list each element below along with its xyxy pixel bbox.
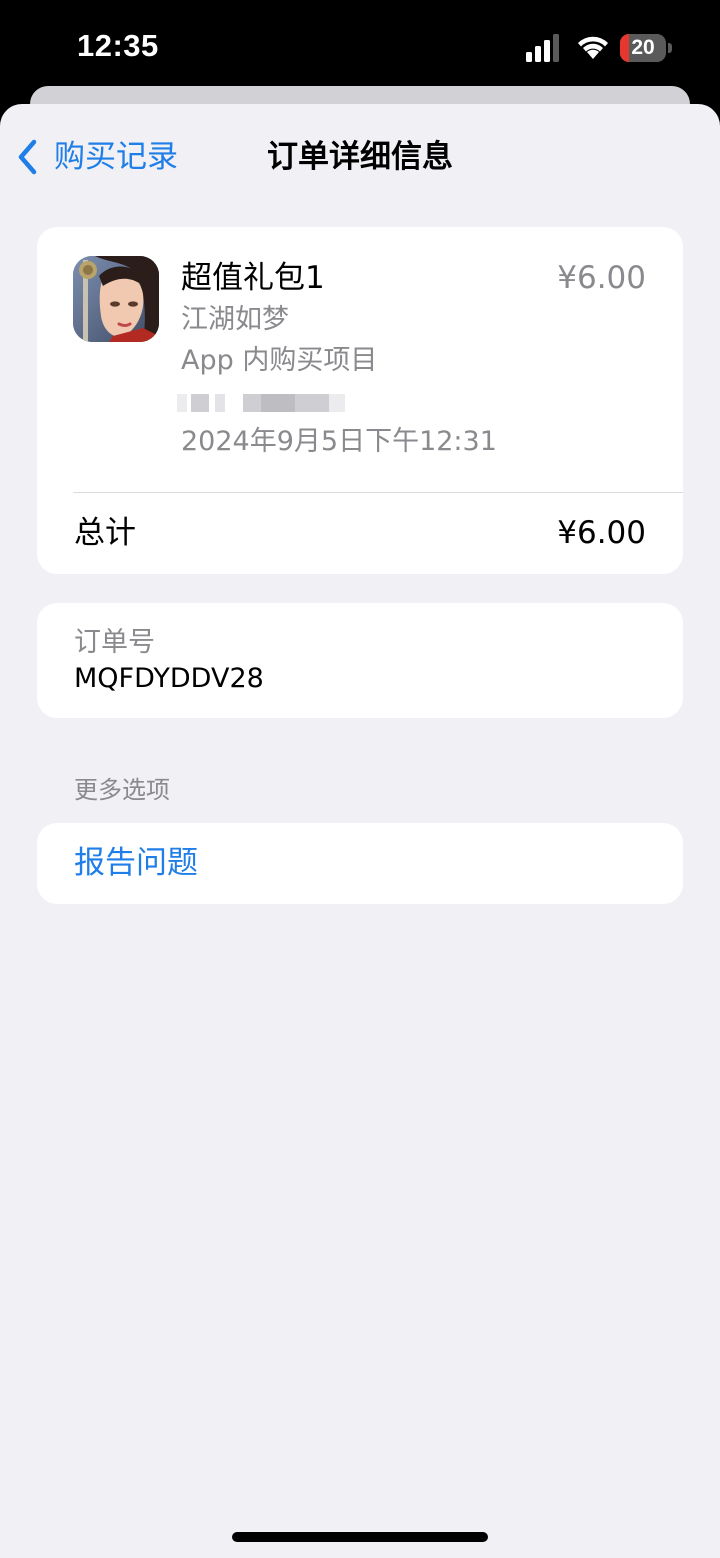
more-options-header: 更多选项 bbox=[74, 776, 170, 804]
redacted-account-info bbox=[177, 390, 347, 412]
app-icon bbox=[73, 256, 159, 342]
total-label: 总计 bbox=[74, 515, 136, 551]
total-value: ¥6.00 bbox=[557, 515, 646, 551]
wifi-icon bbox=[578, 36, 608, 59]
chevron-left-icon bbox=[18, 139, 37, 175]
status-bar: 12:35 20 bbox=[0, 0, 720, 96]
home-indicator[interactable] bbox=[232, 1532, 488, 1542]
back-button-label: 购买记录 bbox=[54, 139, 178, 175]
purchase-card: 超值礼包1 ¥6.00 江湖如梦 App 内购买项目 2024年9月5日下午12… bbox=[37, 227, 683, 574]
divider bbox=[73, 492, 683, 493]
back-button[interactable]: 购买记录 bbox=[14, 134, 178, 180]
cellular-signal-icon bbox=[526, 34, 559, 62]
report-problem-button[interactable]: 报告问题 bbox=[37, 823, 683, 904]
purchase-type: App 内购买项目 bbox=[181, 345, 378, 376]
battery-icon: 20 bbox=[620, 34, 672, 62]
battery-level: 20 bbox=[631, 36, 655, 59]
product-price: ¥6.00 bbox=[557, 260, 646, 296]
product-name: 超值礼包1 bbox=[181, 260, 325, 296]
purchase-date: 2024年9月5日下午12:31 bbox=[181, 426, 497, 457]
order-number-value: MQFDYDDV28 bbox=[74, 663, 264, 694]
order-number-label: 订单号 bbox=[74, 627, 155, 658]
report-problem-label: 报告问题 bbox=[74, 845, 198, 881]
order-number-card: 订单号 MQFDYDDV28 bbox=[37, 603, 683, 718]
status-time: 12:35 bbox=[77, 28, 159, 63]
page-title: 订单详细信息 bbox=[267, 139, 453, 175]
app-name: 江湖如梦 bbox=[181, 304, 289, 335]
